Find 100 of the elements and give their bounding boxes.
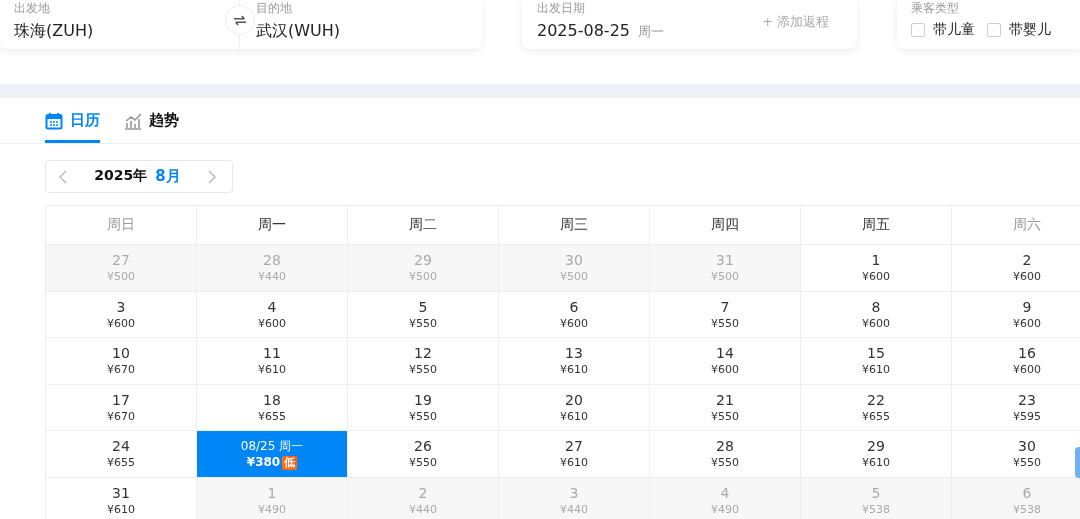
price-label: ¥655 — [258, 408, 286, 424]
price-label: ¥610 — [560, 362, 588, 378]
price-label: ¥380 — [246, 455, 281, 471]
day-number: 08/25 周一 — [240, 438, 304, 456]
day-number: 11 — [263, 344, 281, 363]
day-number: 1 — [871, 251, 881, 270]
tab[interactable]: 趋势 — [124, 98, 179, 143]
day-number: 4 — [720, 483, 730, 502]
price-label: ¥500 — [711, 269, 739, 285]
price-label: ¥670 — [107, 362, 135, 378]
date-cell[interactable]: 14 ¥600 — [650, 338, 801, 385]
day-number: 5 — [871, 483, 881, 502]
date-cell[interactable]: 21 ¥550 — [650, 384, 801, 431]
field-label: 目的地 — [256, 1, 293, 15]
price-label: ¥550 — [711, 315, 739, 331]
date-cell[interactable]: 5 ¥550 — [348, 291, 499, 338]
price-label: ¥600 — [1013, 315, 1041, 331]
day-number: 28 — [263, 251, 281, 270]
day-number: 30 — [565, 251, 583, 270]
price-label: ¥610 — [862, 362, 890, 378]
month-label: 8月 — [155, 167, 181, 186]
date-cell[interactable]: 4 ¥600 — [197, 291, 348, 338]
day-number: 22 — [867, 390, 885, 409]
day-number: 31 — [716, 251, 734, 270]
next-month-icon[interactable] — [208, 169, 216, 184]
day-number: 24 — [112, 437, 130, 456]
price-label: ¥538 — [1013, 501, 1041, 517]
day-number: 6 — [1022, 483, 1032, 502]
price-label: ¥550 — [409, 408, 437, 424]
price-label: ¥500 — [560, 269, 588, 285]
day-number: 27 — [112, 251, 130, 270]
price-label: ¥500 — [409, 269, 437, 285]
price-label: ¥550 — [409, 362, 437, 378]
day-number: 28 — [716, 437, 734, 456]
price-label: ¥610 — [258, 362, 286, 378]
price-label: ¥595 — [1013, 408, 1041, 424]
date-cell[interactable]: 26 ¥550 — [348, 431, 499, 478]
date-cell[interactable]: 17 ¥670 — [46, 384, 197, 431]
checkbox-label: 带婴儿 — [1009, 21, 1052, 39]
day-number: 21 — [716, 390, 734, 409]
price-label: ¥600 — [862, 315, 890, 331]
day-number: 8 — [871, 297, 881, 316]
day-number: 29 — [867, 437, 885, 456]
day-number: 14 — [716, 344, 734, 363]
date-cell[interactable]: 10 ¥670 — [46, 338, 197, 385]
day-number: 4 — [267, 297, 277, 316]
date-cell[interactable]: 6 ¥600 — [499, 291, 650, 338]
day-number: 12 — [414, 344, 432, 363]
date-cell[interactable]: 08/25 周一 ¥380 低 — [197, 431, 348, 478]
date-cell[interactable]: 11 ¥610 — [197, 338, 348, 385]
city-field[interactable]: 珠海(ZUH) — [14, 19, 94, 43]
year-label: 2025年 — [94, 167, 148, 185]
day-number: 2 — [418, 483, 428, 502]
field-label: 乘客类型 — [911, 1, 961, 15]
date-cell[interactable]: 29 ¥610 — [801, 431, 952, 478]
price-label: ¥550 — [711, 455, 739, 471]
swap-button[interactable] — [225, 5, 255, 35]
day-number: 16 — [1018, 344, 1036, 363]
checkbox[interactable] — [911, 23, 926, 37]
date-cell[interactable]: 19 ¥550 — [348, 384, 499, 431]
day-number: 30 — [1018, 437, 1036, 456]
price-label: ¥440 — [560, 501, 588, 517]
day-number: 3 — [569, 483, 579, 502]
checkbox[interactable] — [987, 23, 1002, 37]
price-label: ¥610 — [560, 408, 588, 424]
day-number: 2 — [1022, 251, 1032, 270]
date-cell[interactable]: 8 ¥600 — [801, 291, 952, 338]
day-number: 13 — [565, 344, 583, 363]
date-cell[interactable]: 1 ¥600 — [801, 245, 952, 292]
date-cell[interactable]: 28 ¥550 — [650, 431, 801, 478]
price-label: ¥600 — [711, 362, 739, 378]
price-label: ¥490 — [711, 501, 739, 517]
date-cell[interactable]: 7 ¥550 — [650, 291, 801, 338]
previous-month-icon[interactable] — [59, 169, 67, 184]
day-number: 10 — [112, 344, 130, 363]
price-label: ¥550 — [1013, 455, 1041, 471]
day-number: 3 — [116, 297, 126, 316]
date-field[interactable]: 2025-08-25 — [537, 19, 630, 43]
city-field[interactable]: 武汉(WUH) — [256, 19, 341, 43]
date-cell[interactable]: 15 ¥610 — [801, 338, 952, 385]
price-label: ¥440 — [409, 501, 437, 517]
price-label: ¥550 — [409, 315, 437, 331]
date-cell[interactable]: 22 ¥655 — [801, 384, 952, 431]
price-label: ¥600 — [107, 315, 135, 331]
price-label: ¥550 — [409, 455, 437, 471]
date-cell[interactable]: 24 ¥655 — [46, 431, 197, 478]
price-label: ¥655 — [862, 408, 890, 424]
price-label: ¥600 — [560, 315, 588, 331]
day-number: 23 — [1018, 390, 1036, 409]
day-number: 9 — [1022, 297, 1032, 316]
price-label: ¥600 — [1013, 362, 1041, 378]
date-cell[interactable]: 20 ¥610 — [499, 384, 650, 431]
date-cell[interactable]: 18 ¥655 — [197, 384, 348, 431]
date-cell[interactable]: 3 ¥600 — [46, 291, 197, 338]
price-label: ¥600 — [258, 315, 286, 331]
date-cell[interactable]: 27 ¥610 — [499, 431, 650, 478]
date-cell[interactable]: 12 ¥550 — [348, 338, 499, 385]
price-label: ¥610 — [560, 455, 588, 471]
tab[interactable]: 日历 — [45, 98, 100, 143]
date-cell[interactable]: 13 ¥610 — [499, 338, 650, 385]
